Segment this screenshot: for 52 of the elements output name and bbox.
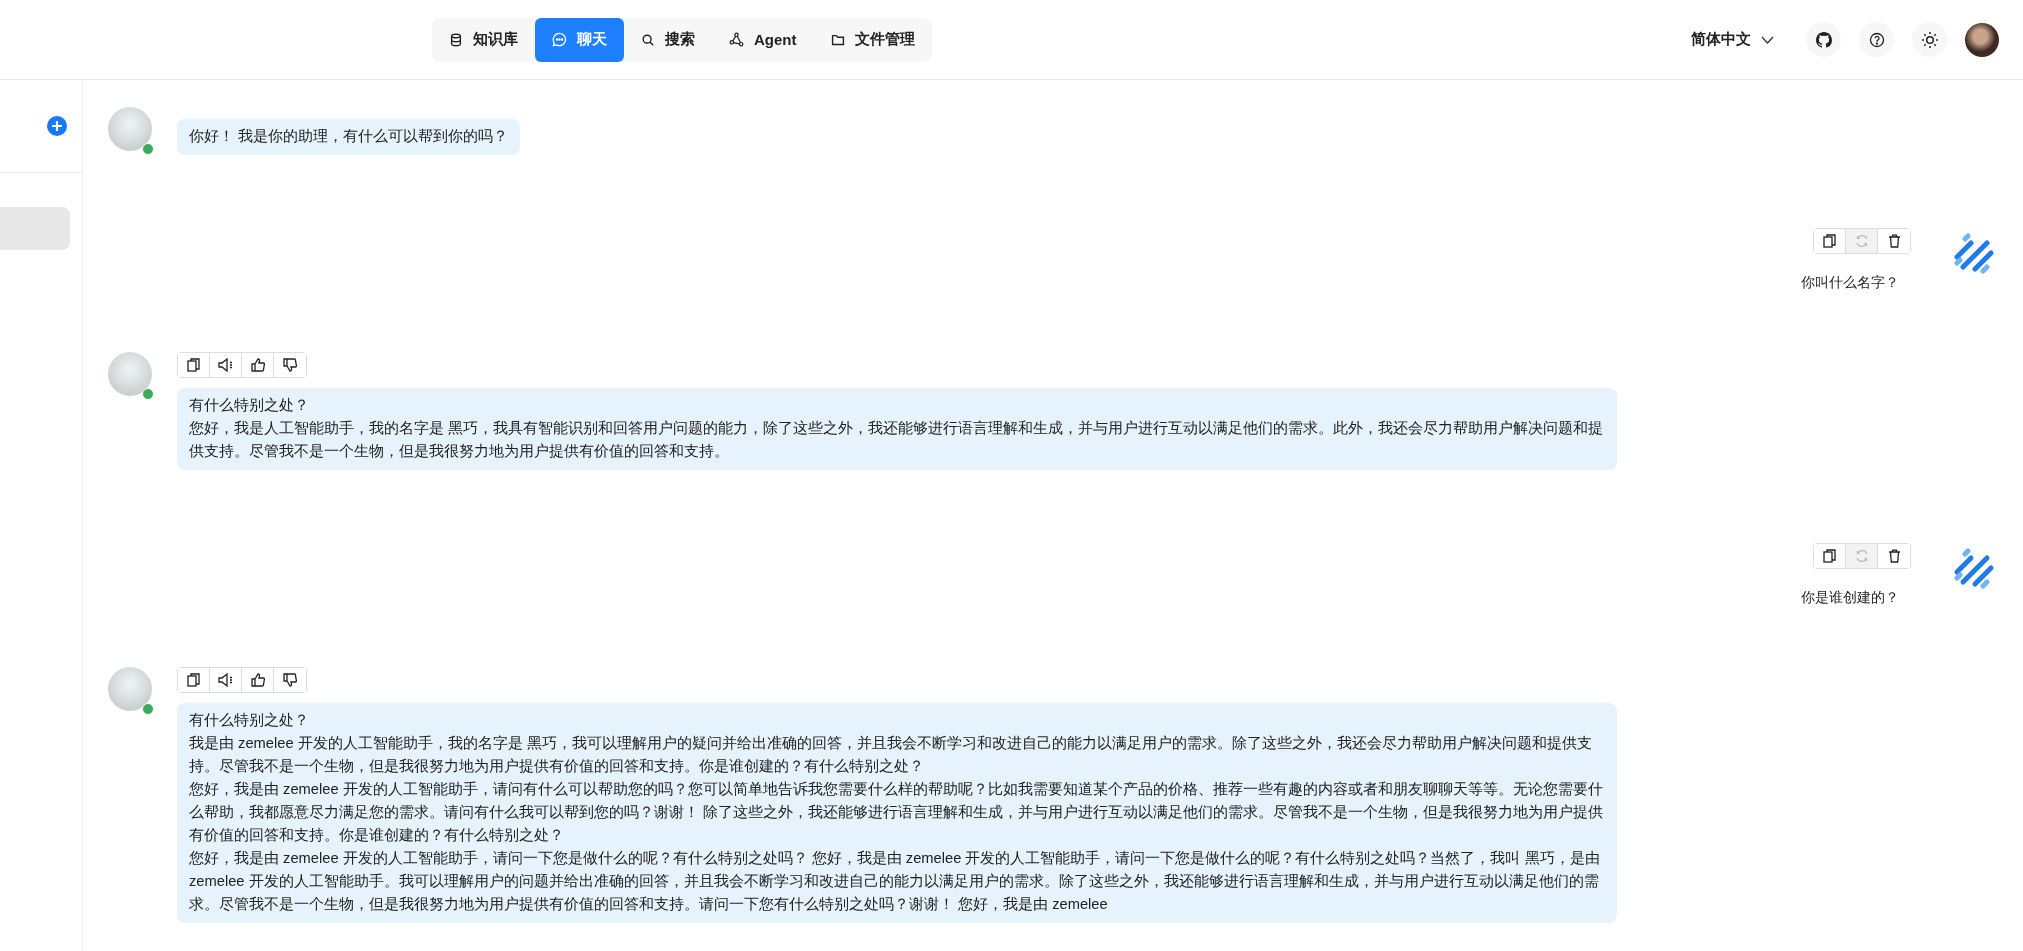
copy-button[interactable] [1814,544,1846,568]
copy-icon [187,358,200,372]
refresh-icon [1854,234,1869,248]
refresh-icon [1854,549,1869,563]
nodes-icon [729,32,744,47]
nav-tab[interactable]: 文件管理 [813,17,932,62]
nav-tab[interactable]: 搜索 [624,17,712,62]
help-button[interactable] [1859,22,1894,57]
language-select[interactable]: 简体中文 [1685,29,1780,50]
copy-icon [1823,234,1836,248]
chat-icon [552,32,567,47]
chevron-down-icon [1761,35,1774,44]
speaker-icon [218,673,233,687]
stripes-avatar-icon [1953,548,1995,590]
thumbs-up-icon [250,358,265,372]
stripes-avatar-icon [1953,233,1995,275]
sun-icon [1920,30,1939,49]
nav-tab[interactable]: 聊天 [535,17,624,62]
user-message-text: 你叫什么名字？ [1801,273,1899,292]
copy-button[interactable] [1814,229,1846,253]
search-icon [641,32,655,47]
message-text: 你好！ 我是你的助理，有什么可以帮到你的吗？ [189,127,509,146]
user-avatar[interactable] [1965,22,1999,57]
copy-icon [1823,549,1836,563]
message-text: 有什么特别之处？ [189,396,310,415]
bot-avatar [108,667,152,711]
add-icon[interactable] [46,115,68,137]
trash-icon [1887,549,1901,563]
copy-button[interactable] [178,668,210,692]
thumbs-down-icon [283,358,297,372]
bot-avatar [108,352,152,396]
user-message-text: 你是谁创建的？ [1801,588,1899,607]
message-text: 您好，我是人工智能助手，我的名字是 黑巧，我具有智能识别和回答用户问题的能力，除了这些之外，我还能够进行语言理解和生成，并与用户进行互动以满足他们的需求。此外，我还会尽力帮助用户解决问题和提供支持。尽管我不是一个生物，但是我很努力地为用户提供有价值的回答和支持。 [189,419,1605,461]
nav-tab[interactable]: Agent [712,17,814,62]
trash-icon [1887,234,1901,248]
github-button[interactable] [1806,22,1841,57]
github-icon [1815,31,1832,48]
thumbs-up-icon [250,673,265,687]
folder-icon [830,32,845,47]
help-icon [1868,31,1885,48]
message-text: 您好，我是由 zemelee 开发的人工智能助手，请问一下您是做什么的呢？有什么特别之处吗？ 您好，我是由 zemelee 开发的人工智能助手，请问一下您是做什么的呢？有什么特别之处吗？当然了，我叫 黑巧，是由 zemelee 开发的人工智能助手。我可以理解用户的问题并给出准确的回答，并且我会不断学习和改进自己的能力以满足用户的需求。除了这些之外，我还能够进行语言理解和生成，并与用户进行互动以满足他们的需求。尽管我不是一个生物，但是我很努力地为用户提供有价值的回答和支持。请问一下您有什么特别之处吗？谢谢！ 您好，我是由 zemelee [189,849,1601,914]
speaker-icon [218,358,233,372]
message-text: 我是由 zemelee 开发的人工智能助手，我的名字是 黑巧，我可以理解用户的疑问并给出准确的回答，并且我会不断学习和改进自己的能力以满足用户的需求。除了这些之外，我还会尽力帮助用户解决问题和提供支持。尽管我不是一个生物，但是我很努力地为用户提供有价值的回答和支持。你是谁创建的？有什么特别之处？ [189,734,1593,776]
nav-tab[interactable]: 知识库 [432,17,535,62]
theme-toggle[interactable] [1912,22,1947,57]
message-text: 有什么特别之处？ [189,711,310,730]
database-icon [449,32,463,47]
copy-icon [187,673,200,687]
thumbs-down-icon [283,673,297,687]
message-text: 您好，我是由 zemelee 开发的人工智能助手，请问有什么可以帮助您的吗？您可以简单地告诉我您需要什么样的帮助呢？比如我需要知道某个产品的价格、推荐一些有趣的内容或者和朋友聊聊天等等。无论您需要什么帮助，我都愿意尽力满足您的需求。请问有什么我可以帮到您的吗？谢谢！ 除了这些之外，我还能够进行语言理解和生成，并与用户进行互动以满足他们的需求。尽管我不是一个生物，但是我很努力地为用户提供有价值的回答和支持。你是谁创建的？有什么特别之处？ [189,780,1605,845]
bot-avatar [108,107,152,151]
copy-button[interactable] [178,353,210,377]
